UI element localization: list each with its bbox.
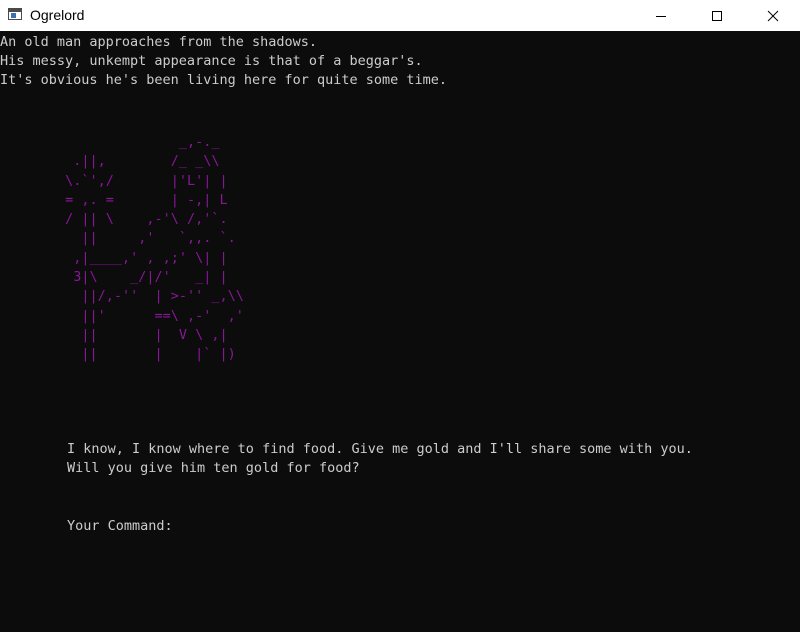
old-man-ascii-art: _,-._ .||, /_ _\\ \.`',/ |'L'| | = ,. = … xyxy=(65,134,244,363)
terminal-output[interactable]: An old man approaches from the shadows. … xyxy=(0,31,800,632)
dialogue-line: I know, I know where to find food. Give … xyxy=(67,441,693,457)
maximize-icon xyxy=(712,10,722,21)
close-icon xyxy=(767,10,779,21)
title-bar[interactable]: Ogrelord xyxy=(0,0,800,31)
narration-line: His messy, unkempt appearance is that of… xyxy=(0,53,423,69)
narration-line: It's obvious he's been living here for q… xyxy=(0,72,448,88)
command-prompt[interactable]: Your Command: xyxy=(67,517,173,536)
narration-line: An old man approaches from the shadows. xyxy=(0,34,317,50)
console-window: Ogrelord An old man approaches from the … xyxy=(0,0,800,632)
maximize-button[interactable] xyxy=(694,0,740,31)
minimize-icon xyxy=(656,15,666,17)
dialogue-line: Will you give him ten gold for food? xyxy=(67,460,360,476)
window-title: Ogrelord xyxy=(30,7,85,23)
minimize-button[interactable] xyxy=(638,0,684,31)
close-button[interactable] xyxy=(750,0,796,31)
console-app-icon xyxy=(8,8,22,20)
